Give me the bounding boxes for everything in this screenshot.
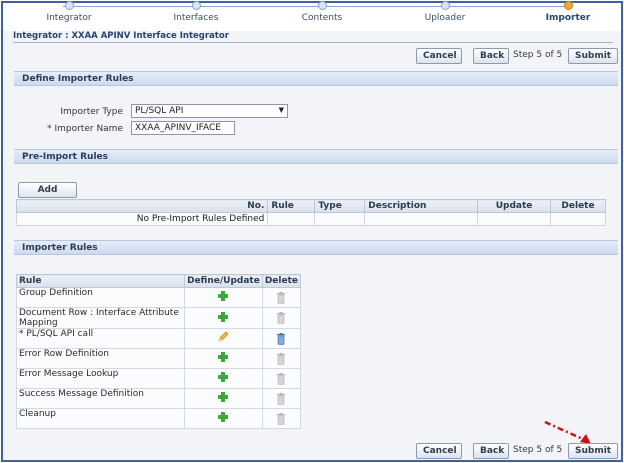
rule-name: Error Row Definition <box>15 348 186 369</box>
importer-rules-header: Importer Rules <box>14 240 618 255</box>
define-update-cell <box>184 388 263 409</box>
step-indicator-bottom: Step 5 of 5 <box>513 445 563 455</box>
delete-cell <box>261 348 302 369</box>
define-update-cell <box>184 328 263 349</box>
table-header-row: No. Rule Type Description Update Delete <box>15 199 606 213</box>
trash-icon <box>277 312 286 324</box>
train-step-interfaces[interactable]: Interfaces <box>136 1 256 23</box>
rule-name: Document Row : Interface Attribute Mappi… <box>15 307 186 329</box>
table-header-row: Rule Define/Update Delete <box>15 274 302 288</box>
wizard-train: Integrator Interfaces Contents Uploader … <box>3 1 624 31</box>
define-update-cell <box>184 287 263 308</box>
column-header-rule: Rule <box>15 274 186 288</box>
submit-button-top[interactable]: Submit <box>568 48 618 64</box>
back-button-top[interactable]: Back <box>473 48 509 64</box>
table-cell <box>477 212 551 226</box>
column-header-update: Update <box>477 199 551 213</box>
plus-icon[interactable] <box>218 311 229 322</box>
plus-icon[interactable] <box>218 372 229 382</box>
importer-type-value: PL/SQL API <box>135 106 184 116</box>
table-row: Error Row Definition <box>15 348 302 369</box>
plus-icon[interactable] <box>218 352 229 362</box>
table-row: * PL/SQL API call <box>15 328 302 349</box>
plus-icon[interactable] <box>218 392 229 402</box>
column-header-define-update: Define/Update <box>184 274 263 288</box>
column-header-description: Description <box>364 199 479 213</box>
cancel-button-top[interactable]: Cancel <box>416 48 462 64</box>
table-row: No Pre-Import Rules Defined <box>15 212 606 226</box>
train-step-integrator[interactable]: Integrator <box>9 1 129 23</box>
train-step-label: Uploader <box>424 13 466 23</box>
step-indicator-top: Step 5 of 5 <box>513 50 563 60</box>
column-header-rule: Rule <box>267 199 316 213</box>
define-update-cell <box>184 368 263 389</box>
chevron-down-icon: ▼ <box>278 106 284 114</box>
table-row: Group Definition <box>15 287 302 308</box>
delete-cell <box>261 388 302 409</box>
table-cell <box>314 212 366 226</box>
delete-cell <box>261 368 302 389</box>
rule-name: Success Message Definition <box>15 388 186 409</box>
pre-import-rules-header: Pre-Import Rules <box>14 149 618 164</box>
back-button-bottom[interactable]: Back <box>473 443 509 459</box>
table-cell <box>267 212 316 226</box>
delete-cell <box>261 287 302 308</box>
rule-name: Cleanup <box>15 408 186 429</box>
trash-icon <box>277 372 286 385</box>
define-update-cell <box>184 348 263 369</box>
trash-icon <box>277 392 286 405</box>
trash-icon[interactable] <box>276 332 286 345</box>
column-header-no: No. <box>15 199 269 213</box>
rule-name: Error Message Lookup <box>15 368 186 389</box>
table-cell <box>550 212 606 226</box>
train-step-dot <box>317 1 327 10</box>
train-step-dot-active <box>563 1 573 10</box>
trash-icon <box>277 291 286 304</box>
train-step-label: Interfaces <box>173 13 219 23</box>
table-row: Document Row : Interface Attribute Mappi… <box>15 307 302 329</box>
column-header-delete: Delete <box>261 274 302 288</box>
plus-icon[interactable] <box>218 412 229 422</box>
table-cell <box>364 212 479 226</box>
plus-icon[interactable] <box>218 291 229 301</box>
define-update-cell <box>184 408 263 429</box>
add-rule-button[interactable]: Add Rule <box>18 182 77 209</box>
importer-type-label: Importer Type <box>60 107 123 117</box>
pencil-icon[interactable] <box>217 331 229 343</box>
train-step-uploader[interactable]: Uploader <box>385 1 505 23</box>
define-importer-rules-header: Define Importer Rules <box>14 71 618 86</box>
importer-name-input[interactable]: XXAA_APINV_IFACE <box>131 121 235 135</box>
delete-cell <box>261 408 302 429</box>
trash-icon <box>277 412 286 425</box>
importer-rules-table: Rule Define/Update Delete Group Definiti… <box>15 274 302 429</box>
train-step-label: Importer <box>545 13 591 23</box>
importer-type-select[interactable]: PL/SQL API ▼ <box>131 104 288 118</box>
train-step-importer: Importer <box>508 1 624 23</box>
importer-name-label: * Importer Name <box>47 124 123 134</box>
table-row: Cleanup <box>15 408 302 429</box>
define-update-cell <box>184 307 263 329</box>
table-row: Success Message Definition <box>15 388 302 409</box>
pre-import-rules-table: No. Rule Type Description Update Delete … <box>15 199 606 226</box>
train-step-contents[interactable]: Contents <box>262 1 382 23</box>
delete-cell <box>261 307 302 329</box>
delete-cell <box>261 328 302 349</box>
train-step-label: Contents <box>301 13 343 23</box>
rule-name: Group Definition <box>15 287 186 308</box>
title-divider <box>13 42 613 43</box>
train-step-dot <box>440 1 450 10</box>
submit-button-bottom[interactable]: Submit <box>568 443 618 459</box>
table-row: Error Message Lookup <box>15 368 302 389</box>
train-step-dot <box>191 1 201 10</box>
trash-icon <box>277 352 286 365</box>
train-step-label: Integrator <box>46 13 92 23</box>
column-header-type: Type <box>314 199 366 213</box>
cancel-button-bottom[interactable]: Cancel <box>416 443 462 459</box>
page-title: Integrator : XXAA APINV Interface Integr… <box>13 31 229 41</box>
rule-name: * PL/SQL API call <box>15 328 186 349</box>
train-step-dot <box>64 1 74 10</box>
column-header-delete: Delete <box>550 199 606 213</box>
application-frame: Integrator Interfaces Contents Uploader … <box>1 1 623 462</box>
empty-message: No Pre-Import Rules Defined <box>15 212 269 226</box>
